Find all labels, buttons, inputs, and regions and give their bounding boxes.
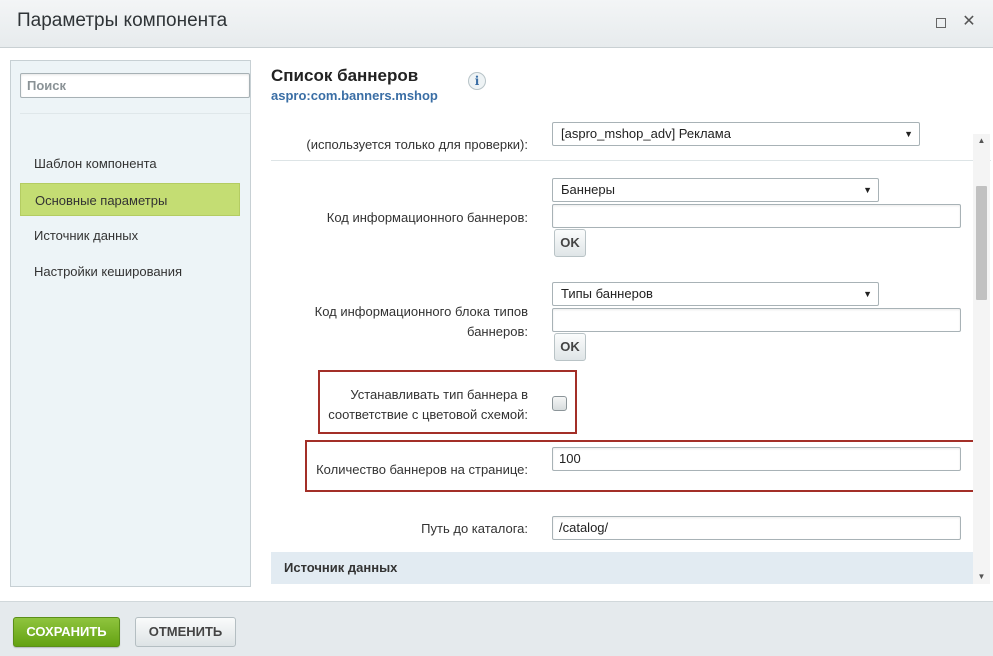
sidebar-item-data-source[interactable]: Источник данных [20,219,240,252]
scroll-up-icon[interactable]: ▲ [973,134,990,148]
catalog-label: Путь до каталога: [421,521,528,536]
component-code: aspro:com.banners.mshop [271,88,438,103]
types-select[interactable]: Типы баннеров ▼ [552,282,879,306]
sidebar-divider [20,113,250,114]
dialog-body: Шаблон компонента Основные параметры Ист… [0,48,993,601]
check-select-value: [aspro_mshop_adv] Реклама [561,126,731,141]
dialog-title: Параметры компонента [17,10,228,31]
sidebar: Шаблон компонента Основные параметры Ист… [10,60,251,587]
count-input[interactable]: 100 [552,447,961,471]
scroll-thumb[interactable] [976,186,987,300]
types-label-line2: баннеров: [467,324,528,339]
search-input[interactable] [20,73,250,98]
close-icon[interactable]: ✕ [961,14,977,30]
catalog-input[interactable]: /catalog/ [552,516,961,540]
header-divider [271,160,991,161]
chevron-down-icon: ▼ [863,185,872,195]
iblock-select[interactable]: Баннеры ▼ [552,178,879,202]
chevron-down-icon: ▼ [863,289,872,299]
color-scheme-label-line1: Устанавливать тип баннера в [350,387,528,402]
chevron-down-icon: ▼ [904,129,913,139]
info-icon[interactable]: i [468,72,486,90]
iblock-label: Код информационного баннеров: [326,210,528,225]
maximize-icon[interactable] [933,14,949,30]
check-select[interactable]: [aspro_mshop_adv] Реклама ▼ [552,122,920,146]
color-scheme-checkbox[interactable] [552,396,567,411]
dialog-titlebar: Параметры компонента ✕ [0,0,993,48]
sidebar-item-cache-settings[interactable]: Настройки кеширования [20,255,240,288]
types-label: Код информационного блока типов баннеров… [271,302,528,342]
types-ok-button[interactable]: OK [554,333,586,361]
count-label: Количество баннеров на странице: [316,462,528,477]
dialog-footer: СОХРАНИТЬ ОТМЕНИТЬ [0,601,993,656]
cancel-button[interactable]: ОТМЕНИТЬ [135,617,236,647]
iblock-input[interactable] [552,204,961,228]
save-button[interactable]: СОХРАНИТЬ [13,617,120,647]
component-title: Список баннеров [271,66,419,85]
scroll-down-icon[interactable]: ▼ [973,570,990,584]
sidebar-item-template[interactable]: Шаблон компонента [20,147,240,180]
section-data-source[interactable]: Источник данных [271,552,973,584]
types-label-line1: Код информационного блока типов [314,304,528,319]
color-scheme-label-line2: соответствие с цветовой схемой: [328,407,528,422]
iblock-ok-button[interactable]: OK [554,229,586,257]
check-label: (используется только для проверки): [306,137,528,152]
types-input[interactable] [552,308,961,332]
color-scheme-label: Устанавливать тип баннера в соответствие… [322,385,528,425]
types-select-value: Типы баннеров [561,286,653,301]
sidebar-item-main-params[interactable]: Основные параметры [20,183,240,216]
component-header: Список баннеров aspro:com.banners.mshop [271,66,438,103]
iblock-select-value: Баннеры [561,182,615,197]
scrollbar[interactable]: ▲ ▼ [973,134,990,584]
